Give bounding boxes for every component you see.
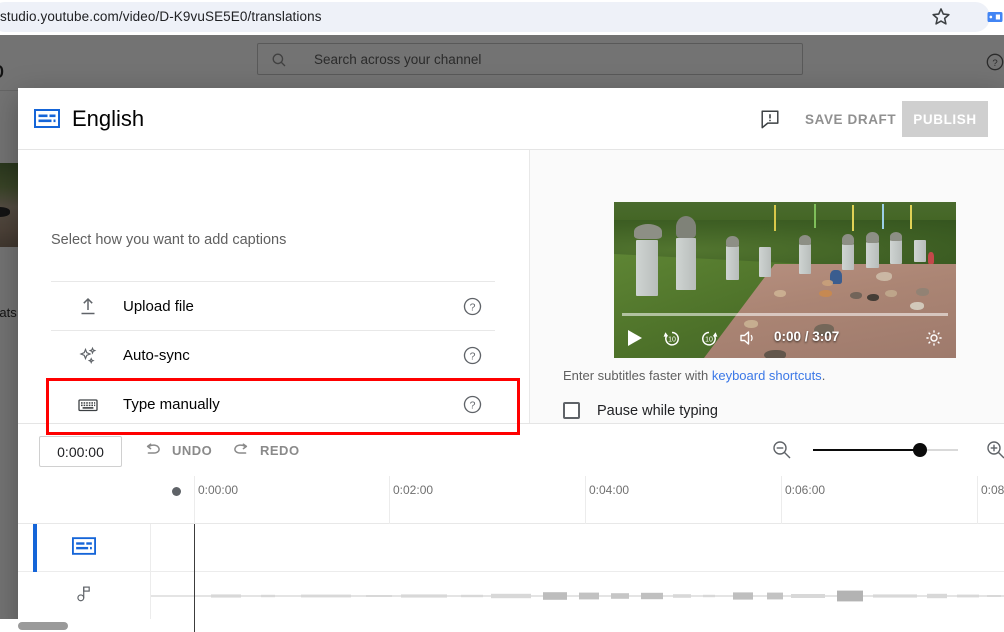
ruler-tick xyxy=(389,476,390,524)
pane-heading: Select how you want to add captions xyxy=(51,232,287,248)
svg-text:?: ? xyxy=(470,301,476,313)
auto-sync-icon xyxy=(77,345,99,367)
video-player[interactable]: 10 10 0:00 / 3:07 xyxy=(614,202,956,358)
zoom-in-icon[interactable] xyxy=(985,439,1004,460)
undo-button[interactable]: UNDO xyxy=(143,440,212,460)
timeline-toolbar: 0:00:00 UNDO REDO xyxy=(18,423,1004,476)
method-row-auto-sync[interactable]: Auto-sync ? xyxy=(51,330,495,379)
captions-track-body[interactable] xyxy=(151,524,1004,572)
extension-icon[interactable] xyxy=(985,7,1004,27)
video-time-display: 0:00 / 3:07 xyxy=(774,329,840,344)
zoom-slider-fill xyxy=(813,449,921,451)
music-note-icon xyxy=(74,584,94,609)
help-icon[interactable]: ? xyxy=(462,296,483,317)
zoom-slider-thumb[interactable] xyxy=(913,443,927,457)
method-row-upload-file[interactable]: Upload file ? xyxy=(51,281,495,330)
captions-editor-dialog: English SAVE DRAFT PUBLISH Select how yo… xyxy=(18,88,1004,632)
replay-10-icon[interactable]: 10 xyxy=(662,328,682,348)
star-icon[interactable] xyxy=(930,6,952,28)
gear-icon[interactable] xyxy=(924,328,944,348)
ruler-tick xyxy=(194,476,195,524)
timeline-ruler[interactable]: 0:00:00 0:02:00 0:04:00 0:06:00 0:08:2 xyxy=(18,476,1004,524)
method-label: Upload file xyxy=(123,297,194,315)
page-title: English xyxy=(72,106,145,131)
svg-text:?: ? xyxy=(470,399,476,411)
ruler-tick-label: 0:04:00 xyxy=(589,483,630,497)
redo-label: REDO xyxy=(260,442,300,458)
captions-track-header[interactable] xyxy=(18,524,151,572)
help-icon[interactable]: ? xyxy=(462,345,483,366)
shortcut-hint: Enter subtitles faster with keyboard sho… xyxy=(563,368,825,383)
pause-while-typing-label: Pause while typing xyxy=(597,402,718,419)
send-feedback-icon[interactable] xyxy=(759,108,781,130)
publish-button[interactable]: PUBLISH xyxy=(902,101,988,137)
method-label: Auto-sync xyxy=(123,346,190,364)
redo-icon xyxy=(231,440,251,460)
video-preview-pane: 10 10 0:00 / 3:07 Enter subtitles faster… xyxy=(530,150,1004,423)
zoom-out-icon[interactable] xyxy=(771,439,792,460)
closed-caption-icon xyxy=(72,536,96,560)
method-label: Type manually xyxy=(123,395,220,413)
ruler-tick xyxy=(977,476,978,524)
ruler-tick xyxy=(585,476,586,524)
playhead-handle[interactable] xyxy=(172,487,181,496)
horizontal-scrollbar[interactable] xyxy=(0,619,1004,632)
pause-while-typing-checkbox[interactable] xyxy=(563,402,580,419)
audio-track-body[interactable] xyxy=(151,572,1004,620)
shortcut-hint-suffix: . xyxy=(821,368,826,383)
video-progress-bar[interactable] xyxy=(622,313,948,316)
undo-label: UNDO xyxy=(172,442,213,458)
captions-track-row[interactable] xyxy=(18,524,1004,572)
undo-icon xyxy=(143,440,163,460)
svg-text:?: ? xyxy=(470,350,476,362)
forward-10-icon[interactable]: 10 xyxy=(699,328,719,348)
method-row-type-manually[interactable]: Type manually ? xyxy=(51,379,495,428)
audio-track-header[interactable] xyxy=(18,572,151,620)
audio-track-row[interactable] xyxy=(18,572,1004,620)
dialog-body: Select how you want to add captions Uplo… xyxy=(18,150,1004,477)
svg-text:10: 10 xyxy=(668,336,676,343)
dialog-header: English SAVE DRAFT PUBLISH xyxy=(18,88,1004,150)
keyboard-shortcuts-link[interactable]: keyboard shortcuts xyxy=(712,368,822,383)
pause-while-typing-row[interactable]: Pause while typing xyxy=(563,402,718,419)
save-draft-button[interactable]: SAVE DRAFT xyxy=(799,108,902,131)
volume-icon[interactable] xyxy=(739,329,759,347)
url-text[interactable]: studio.youtube.com/video/D-K9vuSE5E0/tra… xyxy=(0,9,322,24)
audio-waveform xyxy=(151,590,1004,602)
help-icon[interactable]: ? xyxy=(462,394,483,415)
svg-text:10: 10 xyxy=(705,336,713,343)
ruler-tick xyxy=(781,476,782,524)
browser-toolbar: studio.youtube.com/video/D-K9vuSE5E0/tra… xyxy=(0,0,1004,35)
timecode-input[interactable]: 0:00:00 xyxy=(39,436,122,467)
zoom-slider[interactable] xyxy=(813,443,958,457)
timeline-tracks xyxy=(18,524,1004,632)
caption-method-pane: Select how you want to add captions Uplo… xyxy=(18,150,530,477)
timeline-playhead[interactable] xyxy=(194,524,195,632)
horizontal-scrollbar-thumb[interactable] xyxy=(18,622,68,630)
ruler-tick-label: 0:00:00 xyxy=(198,483,239,497)
play-icon[interactable] xyxy=(626,329,644,347)
upload-icon xyxy=(77,296,99,318)
video-controls: 10 10 0:00 / 3:07 xyxy=(614,318,956,358)
ruler-gutter xyxy=(18,476,151,524)
ruler-tick-label: 0:08:2 xyxy=(981,483,1004,497)
redo-button[interactable]: REDO xyxy=(231,440,300,460)
ruler-tick-label: 0:06:00 xyxy=(785,483,826,497)
shortcut-hint-prefix: Enter subtitles faster with xyxy=(563,368,712,383)
keyboard-icon xyxy=(77,394,99,416)
closed-caption-icon xyxy=(34,109,60,128)
ruler-tick-label: 0:02:00 xyxy=(393,483,434,497)
